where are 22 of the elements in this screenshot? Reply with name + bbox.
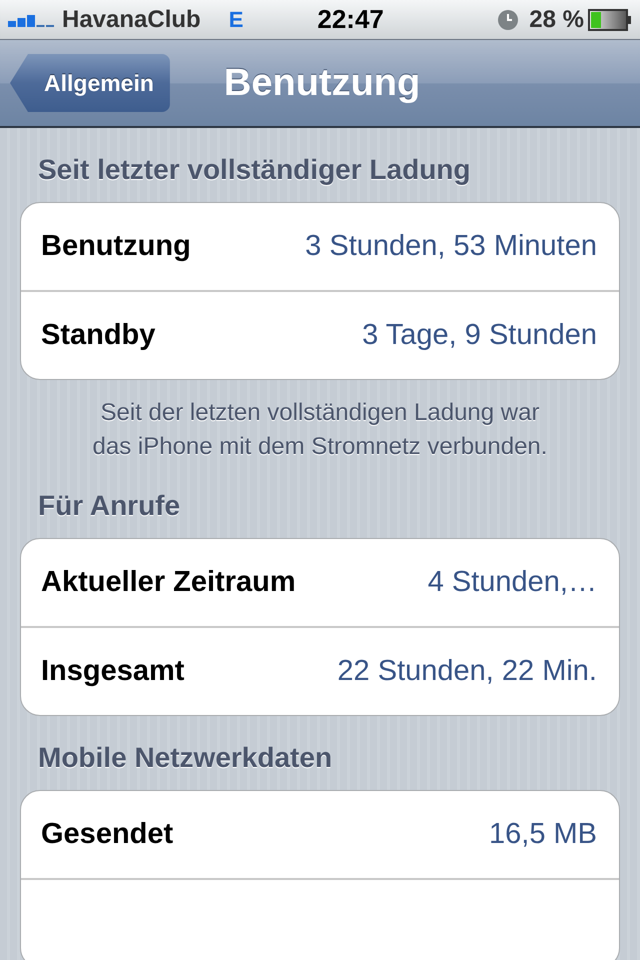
row-label: Aktueller Zeitraum: [41, 566, 296, 599]
row-label: Gesendet: [41, 818, 174, 851]
row-value: 4 Stunden,…: [428, 566, 597, 599]
signal-icon: [8, 12, 56, 26]
battery-icon: [588, 8, 632, 30]
row-label: Standby: [41, 319, 156, 352]
row-label: Benutzung: [41, 230, 191, 263]
battery-percentage: 28 %: [529, 6, 584, 34]
section-header: Mobile Netzwerkdaten: [37, 741, 334, 770]
row-value: 3 Stunden, 53 Minuten: [305, 230, 597, 263]
row-value: 3 Tage, 9 Stunden: [362, 319, 597, 352]
carrier-name: HavanaClub: [62, 6, 201, 34]
section-header: Für Anrufe: [37, 489, 182, 518]
back-button[interactable]: Allgemein: [10, 54, 170, 112]
row-value: 22 Stunden, 22 Min.: [337, 655, 597, 688]
network-type: E: [228, 6, 244, 32]
nav-title: Benutzung: [224, 62, 420, 104]
row-value: 16,5 MB: [489, 818, 597, 851]
section-footer: Seit der letzten vollständigen Ladung war das iPhone mit dem Stromnetz verbunden.: [0, 380, 640, 464]
status-time: 22:47: [317, 4, 384, 35]
row-label: Insgesamt: [41, 655, 184, 688]
clock-icon: [497, 8, 520, 30]
